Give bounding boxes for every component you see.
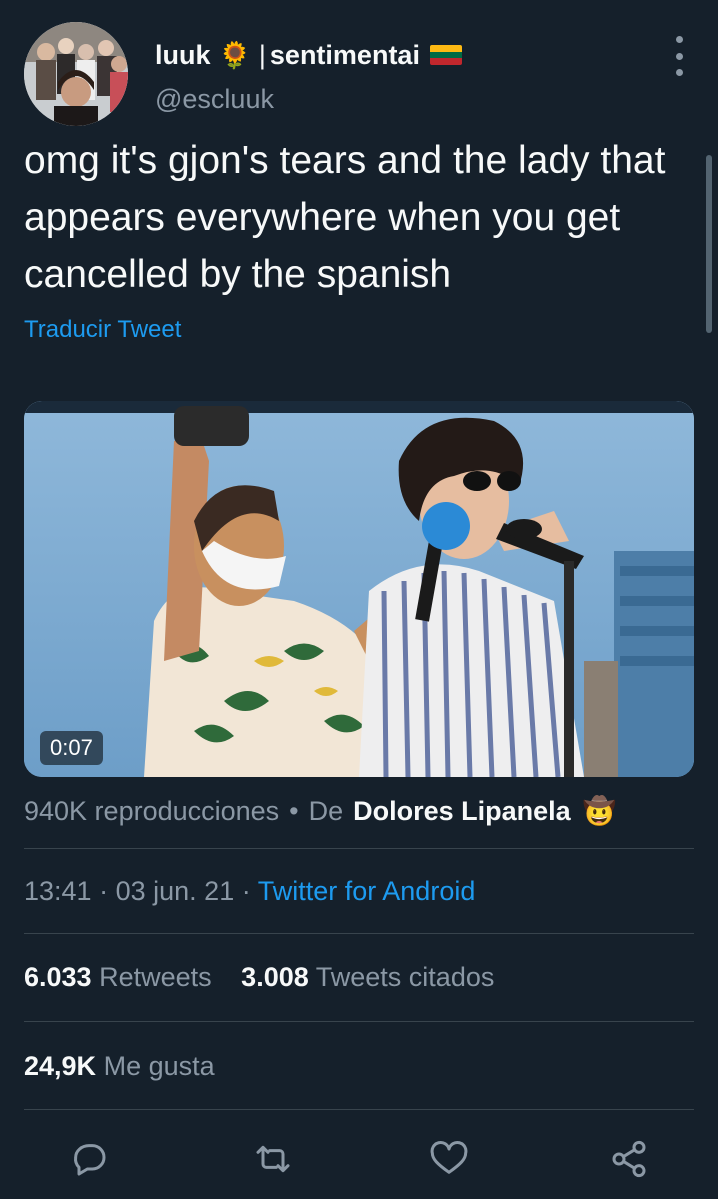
divider: [24, 1109, 694, 1110]
quote-tweets-label: Tweets citados: [315, 962, 495, 992]
translate-tweet-link[interactable]: Traducir Tweet: [24, 316, 181, 344]
view-count: 940K reproducciones: [24, 795, 280, 826]
video-player[interactable]: 0:07: [24, 401, 694, 777]
reply-icon[interactable]: [64, 1134, 114, 1184]
avatar[interactable]: [24, 22, 128, 126]
divider: [24, 848, 694, 849]
retweets-count: 6.033: [24, 962, 92, 992]
name-separator: |: [258, 39, 266, 70]
tweet-text: omg it's gjon's tears and the lady that …: [24, 139, 666, 296]
retweet-icon[interactable]: [248, 1134, 298, 1184]
likes-stat[interactable]: 24,9K Me gusta: [24, 1051, 215, 1082]
meta-separator: ·: [99, 876, 109, 906]
engagement-stats: 6.033 Retweets 3.008 Tweets citados: [24, 962, 494, 993]
views-separator: •: [289, 795, 299, 826]
avatar-image: [24, 22, 128, 126]
likes-label: Me gusta: [103, 1051, 215, 1081]
quote-tweets-count: 3.008: [241, 962, 309, 992]
tweet-metadata: 13:41 · 03 jun. 21 · Twitter for Android: [24, 876, 475, 907]
share-icon[interactable]: [604, 1134, 654, 1184]
sunflower-emoji: 🌻: [218, 39, 251, 70]
author-handle[interactable]: @escluuk: [155, 84, 274, 115]
tweet-action-bar: [24, 1134, 694, 1184]
video-source-account[interactable]: Dolores Lipanela: [353, 796, 571, 827]
retweets-label: Retweets: [99, 962, 212, 992]
display-name[interactable]: luuk: [155, 40, 211, 71]
tweet-time: 13:41: [24, 876, 92, 906]
like-icon[interactable]: [424, 1134, 474, 1184]
lithuania-flag-emoji: [429, 45, 462, 65]
display-name-suffix[interactable]: sentimentai: [270, 40, 420, 71]
video-duration-badge: 0:07: [40, 731, 103, 765]
quote-tweets-stat[interactable]: 3.008 Tweets citados: [241, 962, 494, 992]
tweet-date: 03 jun. 21: [115, 876, 235, 906]
author-name-row[interactable]: luuk 🌻 | sentimentai: [155, 38, 462, 72]
divider: [24, 1021, 694, 1022]
scrollbar[interactable]: [706, 155, 712, 333]
video-views-line: 940K reproducciones • De Dolores Lipanel…: [24, 795, 616, 827]
cowboy-emoji: 🤠: [582, 796, 617, 826]
video-thumbnail: [24, 401, 694, 777]
tweet-source-link[interactable]: Twitter for Android: [258, 876, 476, 906]
retweets-stat[interactable]: 6.033 Retweets: [24, 962, 219, 992]
likes-count: 24,9K: [24, 1051, 97, 1081]
meta-separator: ·: [241, 876, 251, 906]
from-label: De: [308, 795, 344, 826]
divider: [24, 933, 694, 934]
more-options-icon[interactable]: [664, 36, 694, 76]
